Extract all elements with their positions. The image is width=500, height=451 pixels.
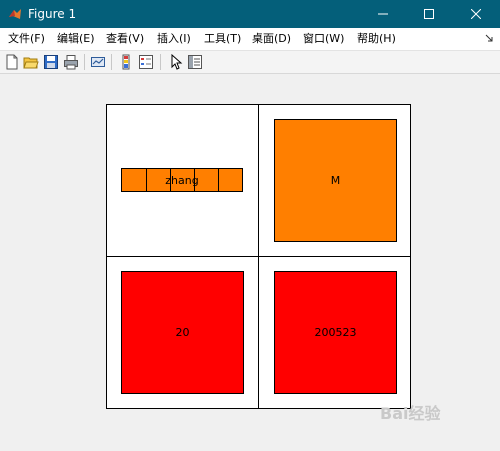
panel-divider-horizontal xyxy=(106,256,411,257)
dock-arrow-icon[interactable] xyxy=(484,32,494,44)
menu-file[interactable]: 文件(F) xyxy=(8,31,45,47)
toolbar-separator xyxy=(160,54,161,70)
window-title: Figure 1 xyxy=(28,7,77,21)
menu-insert[interactable]: 插入(I) xyxy=(157,31,191,47)
figure-toolbar xyxy=(0,51,500,74)
age-box[interactable]: 20 xyxy=(121,271,244,394)
window-titlebar[interactable]: Figure 1 xyxy=(0,0,500,28)
maximize-icon xyxy=(424,9,434,19)
toolbar-separator xyxy=(111,54,112,70)
menu-desktop[interactable]: 桌面(D) xyxy=(252,31,291,47)
gender-label: M xyxy=(330,174,341,187)
close-icon xyxy=(471,9,481,19)
select-arrow-icon[interactable] xyxy=(168,54,184,70)
menu-window[interactable]: 窗口(W) xyxy=(303,31,344,47)
property-inspector-icon[interactable] xyxy=(187,54,203,70)
save-icon[interactable] xyxy=(43,54,59,70)
link-plot-icon[interactable] xyxy=(90,54,106,70)
menu-help[interactable]: 帮助(H) xyxy=(357,31,396,47)
cell-divider xyxy=(146,169,147,191)
legend-icon[interactable] xyxy=(138,54,154,70)
name-label: zhang xyxy=(165,173,199,187)
cell-divider xyxy=(218,169,219,191)
menu-view[interactable]: 查看(V) xyxy=(106,31,144,47)
print-icon[interactable] xyxy=(63,54,79,70)
open-file-icon[interactable] xyxy=(23,54,39,70)
menu-edit[interactable]: 编辑(E) xyxy=(57,31,95,47)
age-label: 20 xyxy=(175,326,190,339)
id-box[interactable]: 200523 xyxy=(274,271,397,394)
name-field[interactable]: zhang xyxy=(121,168,243,192)
minimize-icon xyxy=(378,13,388,15)
id-label: 200523 xyxy=(314,326,357,339)
minimize-button[interactable] xyxy=(360,0,406,28)
new-figure-icon[interactable] xyxy=(4,54,20,70)
close-button[interactable] xyxy=(452,0,500,28)
matlab-logo-icon xyxy=(9,9,21,19)
menu-bar: 文件(F) 编辑(E) 查看(V) 插入(I) 工具(T) 桌面(D) 窗口(W… xyxy=(0,28,500,51)
maximize-button[interactable] xyxy=(406,0,452,28)
menu-tools[interactable]: 工具(T) xyxy=(204,31,241,47)
watermark-text: Bai经验 xyxy=(380,404,441,423)
toolbar-separator xyxy=(84,54,85,70)
gender-box[interactable]: M xyxy=(274,119,397,242)
baidu-jingyan-watermark: Bai经验 xyxy=(380,400,490,440)
colorbar-icon[interactable] xyxy=(118,54,134,70)
